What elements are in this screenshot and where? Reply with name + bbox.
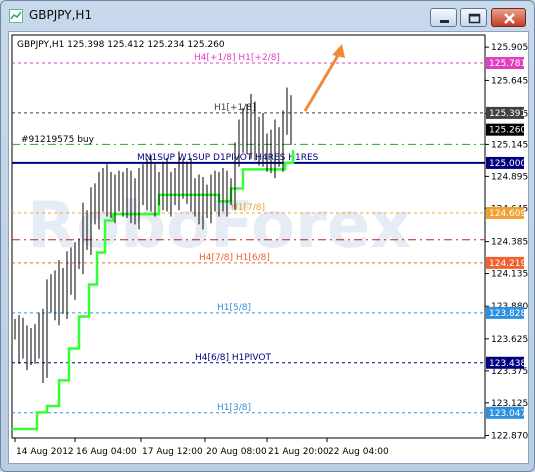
price-badge-label: 125.260 <box>489 126 526 136</box>
level-label: H1[3/8] <box>217 403 251 413</box>
chart-window: GBPJPY,H1 RoboForex H4[+1/8] H1[+2/8] H1[… <box>0 0 535 472</box>
level-label: MN1SUP W1SUP D1PIVOT H4RES H1RES <box>137 153 319 163</box>
minimize-icon <box>440 20 449 23</box>
level-label: H4[+1/8] H1[+2/8] <box>194 53 280 63</box>
title-bar[interactable]: GBPJPY,H1 <box>1 1 534 31</box>
level-label: H4[6/8] H1PIVOT <box>195 353 272 363</box>
close-button[interactable] <box>491 8 526 27</box>
chart-area[interactable]: RoboForex H4[+1/8] H1[+2/8] H1[+1/8] MN1SU… <box>8 31 529 464</box>
price-badge-label: 123.828 <box>489 309 526 319</box>
price-badge-label: 124.609 <box>489 209 526 219</box>
x-tick-label: 16 Aug 04:00 <box>76 447 137 457</box>
x-tick-label: 22 Aug 04:00 <box>328 447 389 457</box>
chart-app-icon <box>9 9 23 23</box>
trade-label: #91219575 buy <box>21 135 95 145</box>
price-badge-label: 125.000 <box>489 159 526 169</box>
x-tick-label: 21 Aug 20:00 <box>268 447 329 457</box>
minimize-button[interactable] <box>430 8 457 27</box>
y-tick-label: 124.895 <box>491 172 528 182</box>
level-label: H4[7/8] H1[6/8] <box>199 253 270 263</box>
window-title: GBPJPY,H1 <box>29 8 93 22</box>
price-badge-label: 125.391 <box>489 109 526 119</box>
price-badge-label: 123.047 <box>489 409 526 419</box>
forecast-arrow <box>303 44 345 112</box>
price-badge-label: 125.781 <box>489 59 526 69</box>
price-badge-label: 123.438 <box>489 359 526 369</box>
close-icon <box>504 13 515 24</box>
level-label: H1[+1/8] <box>214 103 256 113</box>
maximize-button[interactable] <box>460 8 487 27</box>
x-tick-label: 17 Aug 12:00 <box>142 447 203 457</box>
x-tick-label: 20 Aug 08:00 <box>206 447 267 457</box>
y-tick-label: 122.870 <box>491 431 528 441</box>
y-tick-label: 124.135 <box>491 270 528 280</box>
maximize-icon <box>468 13 481 24</box>
price-chart[interactable]: RoboForex H4[+1/8] H1[+2/8]H1[+1/8]MN1SU… <box>9 32 528 463</box>
y-tick-label: 125.145 <box>491 140 528 150</box>
symbol-info: GBPJPY,H1 125.398 125.412 125.234 125.26… <box>17 40 225 50</box>
y-tick-label: 125.905 <box>491 43 528 53</box>
level-label: H1[7/8] <box>231 203 265 213</box>
y-tick-label: 123.625 <box>491 335 528 345</box>
x-tick-label: 14 Aug 2012 <box>16 447 74 457</box>
y-tick-label: 124.385 <box>491 238 528 248</box>
level-label: H1[5/8] <box>217 303 251 313</box>
price-badge-label: 124.219 <box>489 259 526 269</box>
y-tick-label: 125.645 <box>491 76 528 86</box>
